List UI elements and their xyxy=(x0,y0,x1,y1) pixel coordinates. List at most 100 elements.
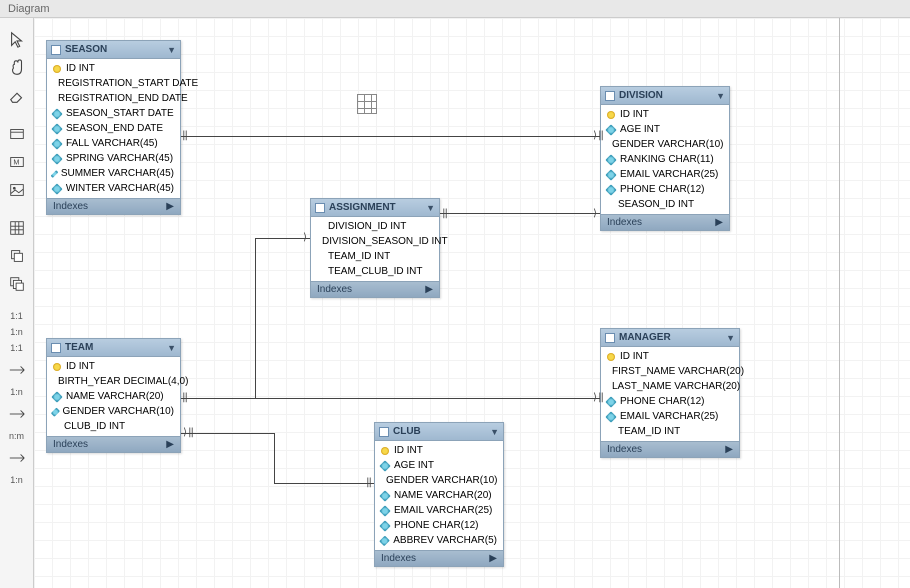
diagram-canvas[interactable]: SEASON▼ ID INT REGISTRATION_START DATEREGI… xyxy=(34,18,910,588)
rel-icon-1[interactable] xyxy=(5,358,29,382)
entity-division[interactable]: DIVISION▼ ID INTAGE INTGENDER VARCHAR(10)… xyxy=(600,86,730,231)
column-row[interactable]: EMAIL VARCHAR(25) xyxy=(601,409,739,424)
collapse-icon[interactable]: ▼ xyxy=(716,91,725,101)
entity-header[interactable]: TEAM▼ xyxy=(47,339,180,357)
entity-manager[interactable]: MANAGER▼ ID INTFIRST_NAME VARCHAR(20)LAST… xyxy=(600,328,740,458)
column-row[interactable]: SEASON_ID INT xyxy=(601,197,729,212)
expand-icon[interactable]: ▶ xyxy=(166,201,174,212)
entity-header[interactable]: MANAGER▼ xyxy=(601,329,739,347)
column-row[interactable]: SEASON_START DATE xyxy=(47,106,180,121)
column-row[interactable]: PHONE CHAR(12) xyxy=(601,394,739,409)
table-tool[interactable] xyxy=(5,122,29,146)
column-row[interactable]: TEAM_ID INT xyxy=(311,249,439,264)
column-row[interactable]: BIRTH_YEAR DECIMAL(4,0) xyxy=(47,374,180,389)
column-row[interactable]: LAST_NAME VARCHAR(20) xyxy=(601,379,739,394)
relationship-line xyxy=(274,433,275,483)
expand-icon[interactable]: ▶ xyxy=(715,217,723,228)
column-row[interactable]: NAME VARCHAR(20) xyxy=(375,488,503,503)
column-row[interactable]: EMAIL VARCHAR(25) xyxy=(601,167,729,182)
entity-assignment[interactable]: ASSIGNMENT▼DIVISION_ID INTDIVISION_SEASO… xyxy=(310,198,440,298)
column-row[interactable]: GENDER VARCHAR(10) xyxy=(601,137,729,152)
column-row[interactable]: FIRST_NAME VARCHAR(20) xyxy=(601,364,739,379)
hand-tool[interactable] xyxy=(5,56,29,80)
column-row[interactable]: PHONE CHAR(12) xyxy=(601,182,729,197)
entity-footer[interactable]: Indexes▶ xyxy=(47,198,180,214)
column-text: SPRING VARCHAR(45) xyxy=(66,153,173,164)
collapse-icon[interactable]: ▼ xyxy=(426,203,435,213)
column-row[interactable]: ID INT xyxy=(47,359,180,374)
entity-team[interactable]: TEAM▼ ID INTBIRTH_YEAR DECIMAL(4,0)NAME V… xyxy=(46,338,181,453)
grid-tool[interactable] xyxy=(5,216,29,240)
expand-icon[interactable]: ▶ xyxy=(725,444,733,455)
eraser-tool[interactable] xyxy=(5,84,29,108)
column-row[interactable]: TEAM_ID INT xyxy=(601,424,739,439)
column-text: TEAM_ID INT xyxy=(618,426,680,437)
rel-1-1-b[interactable]: 1:1 xyxy=(10,343,23,353)
entity-footer[interactable]: Indexes▶ xyxy=(601,214,729,230)
expand-icon[interactable]: ▶ xyxy=(489,553,497,564)
column-row[interactable]: RANKING CHAR(11) xyxy=(601,152,729,167)
entity-footer[interactable]: Indexes▶ xyxy=(375,550,503,566)
rel-1-n-a[interactable]: 1:n xyxy=(10,327,23,337)
stack-tool[interactable] xyxy=(5,272,29,296)
rel-icon-3[interactable] xyxy=(5,446,29,470)
entity-club[interactable]: CLUB▼ ID INTAGE INTGENDER VARCHAR(10)NAME… xyxy=(374,422,504,567)
column-row[interactable]: SUMMER VARCHAR(45) xyxy=(47,166,180,181)
column-row[interactable]: SEASON_END DATE xyxy=(47,121,180,136)
pointer-tool[interactable] xyxy=(5,28,29,52)
entity-season[interactable]: SEASON▼ ID INT REGISTRATION_START DATEREGI… xyxy=(46,40,181,215)
collapse-icon[interactable]: ▼ xyxy=(167,343,176,353)
collapse-icon[interactable]: ▼ xyxy=(167,45,176,55)
column-row[interactable]: CLUB_ID INT xyxy=(47,419,180,434)
column-row[interactable]: DIVISION_SEASON_ID INT xyxy=(311,234,439,249)
column-row[interactable]: FALL VARCHAR(45) xyxy=(47,136,180,151)
collapse-icon[interactable]: ▼ xyxy=(490,427,499,437)
image-tool[interactable] xyxy=(5,178,29,202)
rel-1-1-a[interactable]: 1:1 xyxy=(10,311,23,321)
column-row[interactable]: GENDER VARCHAR(10) xyxy=(375,473,503,488)
column-icon xyxy=(605,411,616,422)
column-row[interactable]: AGE INT xyxy=(601,122,729,137)
column-row[interactable]: ID INT xyxy=(375,443,503,458)
entity-header[interactable]: ASSIGNMENT▼ xyxy=(311,199,439,217)
column-row[interactable]: WINTER VARCHAR(45) xyxy=(47,181,180,196)
collapse-icon[interactable]: ▼ xyxy=(726,333,735,343)
column-text: BIRTH_YEAR DECIMAL(4,0) xyxy=(58,376,188,387)
rel-icon-2[interactable] xyxy=(5,402,29,426)
column-row[interactable]: ID INT xyxy=(47,61,180,76)
column-row[interactable]: SPRING VARCHAR(45) xyxy=(47,151,180,166)
column-row[interactable]: NAME VARCHAR(20) xyxy=(47,389,180,404)
expand-icon[interactable]: ▶ xyxy=(166,439,174,450)
entity-header[interactable]: DIVISION▼ xyxy=(601,87,729,105)
column-row[interactable]: GENDER VARCHAR(10) xyxy=(47,404,180,419)
column-row[interactable]: DIVISION_ID INT xyxy=(311,219,439,234)
entity-footer[interactable]: Indexes▶ xyxy=(601,441,739,457)
diagram-title: Diagram xyxy=(8,3,50,15)
column-row[interactable]: ID INT xyxy=(601,349,739,364)
copy-tool[interactable] xyxy=(5,244,29,268)
column-row[interactable]: REGISTRATION_START DATE xyxy=(47,76,180,91)
rel-n-m[interactable]: n:m xyxy=(9,431,24,441)
column-row[interactable]: AGE INT xyxy=(375,458,503,473)
entity-footer[interactable]: Indexes▶ xyxy=(311,281,439,297)
column-text: ABBREV VARCHAR(5) xyxy=(393,535,497,546)
entity-header[interactable]: CLUB▼ xyxy=(375,423,503,441)
column-row[interactable]: EMAIL VARCHAR(25) xyxy=(375,503,503,518)
column-row[interactable]: REGISTRATION_END DATE xyxy=(47,91,180,106)
left-toolbar: M 1:1 1:n 1:1 1:n n:m 1:n xyxy=(0,18,34,588)
entity-footer[interactable]: Indexes▶ xyxy=(47,436,180,452)
column-row[interactable]: PHONE CHAR(12) xyxy=(375,518,503,533)
column-row[interactable]: ABBREV VARCHAR(5) xyxy=(375,533,503,548)
entity-body: DIVISION_ID INTDIVISION_SEASON_ID INTTEA… xyxy=(311,217,439,281)
column-row[interactable]: TEAM_CLUB_ID INT xyxy=(311,264,439,279)
table-icon xyxy=(51,343,61,353)
column-text: ID INT xyxy=(66,63,95,74)
fk-icon xyxy=(317,269,323,275)
rel-1-n-b[interactable]: 1:n xyxy=(10,387,23,397)
rel-1-n-c[interactable]: 1:n xyxy=(10,475,23,485)
column-row[interactable]: ID INT xyxy=(601,107,729,122)
column-icon xyxy=(51,407,60,416)
expand-icon[interactable]: ▶ xyxy=(425,284,433,295)
entity-header[interactable]: SEASON▼ xyxy=(47,41,180,59)
layer-tool[interactable]: M xyxy=(5,150,29,174)
